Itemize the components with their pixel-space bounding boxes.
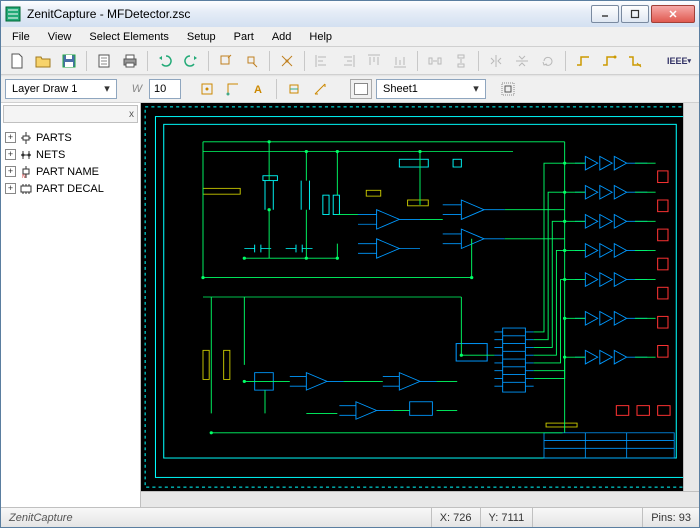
separator [276, 79, 277, 99]
separator [565, 51, 566, 71]
status-app: ZenitCapture [1, 508, 431, 527]
sheet-action-icon[interactable] [496, 78, 520, 100]
open-icon[interactable] [31, 50, 55, 72]
align-top-icon[interactable] [362, 50, 386, 72]
window-controls [591, 5, 695, 23]
route-c-icon[interactable] [623, 50, 647, 72]
tree-panel: x + PARTS + NETS + N PART NAME [1, 103, 141, 507]
menu-help[interactable]: Help [302, 29, 339, 45]
status-empty [532, 508, 642, 527]
sheet-combo-value: Sheet1 [383, 83, 418, 95]
status-x: X: 726 [431, 508, 480, 527]
expander-icon[interactable]: + [5, 166, 16, 177]
mode-b-icon[interactable] [221, 78, 245, 100]
app-icon [5, 6, 21, 22]
doc-icon[interactable] [92, 50, 116, 72]
svg-text:A: A [254, 84, 262, 96]
menubar: File View Select Elements Setup Part Add… [1, 27, 699, 47]
dist-h-icon[interactable] [423, 50, 447, 72]
new-icon[interactable] [5, 50, 29, 72]
separator [269, 51, 270, 71]
tool-d-icon[interactable] [282, 78, 306, 100]
tree: + PARTS + NETS + N PART NAME + PA [1, 125, 140, 507]
schematic-canvas[interactable] [141, 103, 699, 491]
redo-icon[interactable] [179, 50, 203, 72]
mirror-h-icon[interactable] [484, 50, 508, 72]
menu-select-elements[interactable]: Select Elements [82, 29, 175, 45]
window-title: ZenitCapture - MFDetector.zsc [27, 7, 591, 21]
sheet-combo[interactable]: Sheet1 ▾ [376, 79, 486, 99]
separator [208, 51, 209, 71]
partdecal-icon [19, 182, 33, 196]
tree-panel-header: x [3, 105, 138, 123]
close-button[interactable] [651, 5, 695, 23]
titlebar: ZenitCapture - MFDetector.zsc [1, 1, 699, 27]
statusbar: ZenitCapture X: 726 Y: 7111 Pins: 93 [1, 507, 699, 527]
separator [86, 51, 87, 71]
dist-v-icon[interactable] [449, 50, 473, 72]
mode-c-icon[interactable]: A [247, 78, 271, 100]
menu-add[interactable]: Add [265, 29, 299, 45]
rotate-icon[interactable] [536, 50, 560, 72]
menu-file[interactable]: File [5, 29, 37, 45]
canvas-area [141, 103, 699, 507]
tree-close-button[interactable]: x [129, 109, 134, 120]
tree-node-partname[interactable]: + N PART NAME [3, 163, 138, 180]
undo-icon[interactable] [153, 50, 177, 72]
mirror-v-icon[interactable] [510, 50, 534, 72]
save-icon[interactable] [57, 50, 81, 72]
ieee-icon[interactable]: IEEE▾ [663, 50, 695, 72]
width-input[interactable]: 10 [149, 79, 181, 99]
expander-icon[interactable]: + [5, 183, 16, 194]
menu-view[interactable]: View [41, 29, 79, 45]
menu-part[interactable]: Part [227, 29, 261, 45]
tree-label: PARTS [36, 132, 72, 144]
separator [417, 51, 418, 71]
tree-label: PART DECAL [36, 183, 104, 195]
vertical-scrollbar[interactable] [683, 103, 699, 491]
tree-node-parts[interactable]: + PARTS [3, 129, 138, 146]
cursor-icon[interactable] [275, 50, 299, 72]
sheet-icon [350, 79, 372, 99]
tool-e-icon[interactable] [308, 78, 332, 100]
tree-node-partdecal[interactable]: + PART DECAL [3, 180, 138, 197]
layer-combo[interactable]: Layer Draw 1 ▾ [5, 79, 117, 99]
status-y: Y: 7111 [480, 508, 533, 527]
toolbar-main: IEEE▾ [1, 47, 699, 75]
zoom-out-icon[interactable] [240, 50, 264, 72]
status-pins: Pins: 93 [642, 508, 699, 527]
layer-combo-value: Layer Draw 1 [12, 83, 77, 95]
nets-icon [19, 148, 33, 162]
print-icon[interactable] [118, 50, 142, 72]
width-label: W [127, 83, 147, 95]
expander-icon[interactable]: + [5, 149, 16, 160]
align-bottom-icon[interactable] [388, 50, 412, 72]
chevron-down-icon: ▾ [100, 82, 114, 95]
separator [147, 51, 148, 71]
chevron-down-icon: ▾ [469, 82, 483, 95]
expander-icon[interactable]: + [5, 132, 16, 143]
maximize-button[interactable] [621, 5, 649, 23]
align-left-icon[interactable] [310, 50, 334, 72]
route-a-icon[interactable] [571, 50, 595, 72]
minimize-button[interactable] [591, 5, 619, 23]
workspace: x + PARTS + NETS + N PART NAME [1, 103, 699, 507]
tree-label: PART NAME [36, 166, 99, 178]
separator [304, 51, 305, 71]
partname-icon: N [19, 165, 33, 179]
mode-a-icon[interactable] [195, 78, 219, 100]
horizontal-scrollbar[interactable] [141, 491, 699, 507]
app-window: ZenitCapture - MFDetector.zsc File View … [0, 0, 700, 528]
parts-icon [19, 131, 33, 145]
menu-setup[interactable]: Setup [180, 29, 223, 45]
align-right-icon[interactable] [336, 50, 360, 72]
separator [478, 51, 479, 71]
route-b-icon[interactable] [597, 50, 621, 72]
tree-label: NETS [36, 149, 65, 161]
zoom-in-icon[interactable] [214, 50, 238, 72]
svg-text:N: N [22, 174, 26, 179]
toolbar-secondary: Layer Draw 1 ▾ W 10 A Sheet1 ▾ [1, 75, 699, 103]
tree-node-nets[interactable]: + NETS [3, 146, 138, 163]
